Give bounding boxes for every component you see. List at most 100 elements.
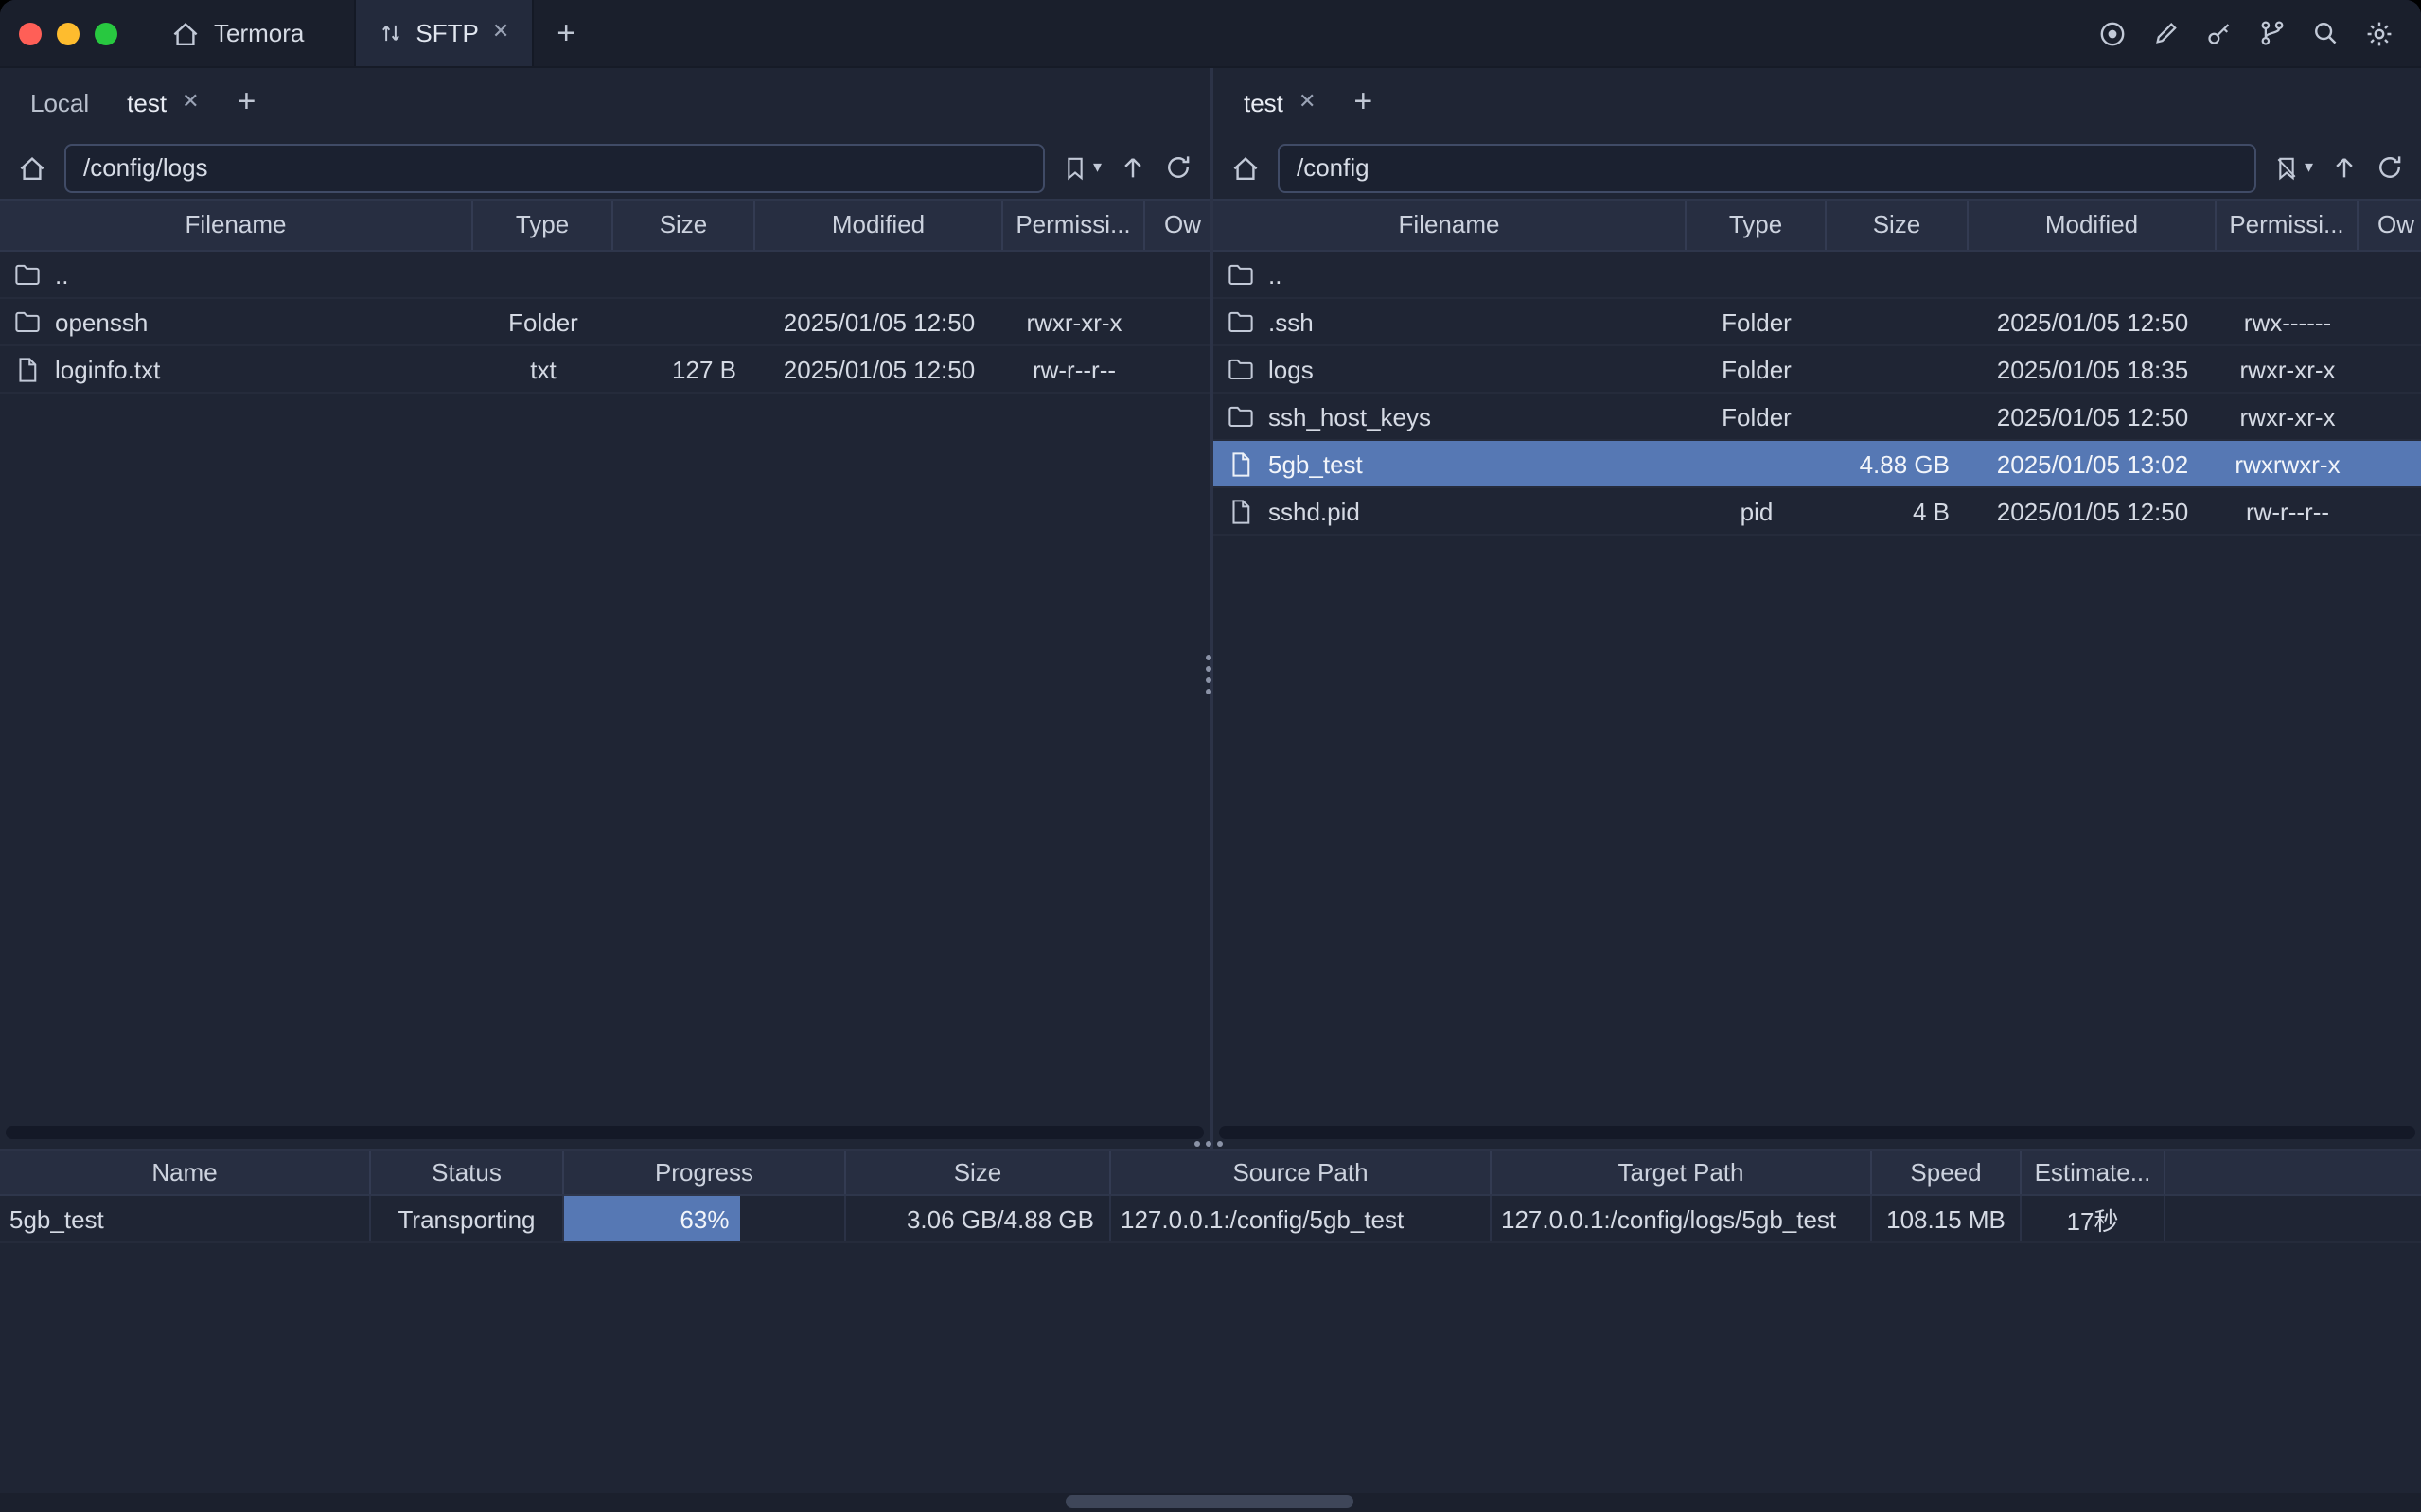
key-icon[interactable]	[2205, 19, 2234, 47]
column-header-owner[interactable]: Ow	[2359, 201, 2421, 250]
file-name-cell: ..	[1213, 260, 1687, 289]
bookmark-icon[interactable]	[1063, 154, 1089, 181]
folder-icon	[1227, 402, 1255, 431]
horizontal-scrollbar[interactable]	[1219, 1126, 2415, 1139]
remote-pane-tab-bar: test ✕ +	[1213, 68, 2421, 136]
file-icon	[1227, 449, 1255, 478]
transfer-filler	[2165, 1196, 2421, 1241]
column-header-permissions[interactable]: Permissi...	[1003, 201, 1145, 250]
table-row[interactable]: ..	[1213, 252, 2421, 299]
file-name-cell: 5gb_test	[1213, 449, 1687, 478]
panel-divider-grip-icon[interactable]	[1193, 1141, 1222, 1147]
git-branch-icon[interactable]	[2258, 19, 2287, 47]
tab-local[interactable]: Local	[11, 68, 108, 136]
tab-label: Local	[30, 88, 89, 116]
close-icon[interactable]: ✕	[182, 92, 199, 113]
column-header-name: Name	[0, 1151, 371, 1194]
column-header-modified[interactable]: Modified	[755, 201, 1003, 250]
column-header-speed: Speed	[1872, 1151, 2022, 1194]
file-permissions: rwx------	[2217, 308, 2359, 336]
refresh-button[interactable]	[1164, 153, 1193, 182]
transfer-name: 5gb_test	[0, 1196, 371, 1241]
tab-label: test	[1244, 88, 1283, 116]
column-header-type[interactable]: Type	[1687, 201, 1827, 250]
home-button[interactable]	[17, 152, 47, 183]
column-header-modified[interactable]: Modified	[1969, 201, 2217, 250]
column-header-filename[interactable]: Filename	[0, 201, 473, 250]
new-session-tab-button[interactable]: +	[219, 83, 275, 121]
table-row[interactable]: .ssh Folder 2025/01/05 12:50 rwx------	[1213, 299, 2421, 346]
table-row[interactable]: openssh Folder 2025/01/05 12:50 rwxr-xr-…	[0, 299, 1210, 346]
file-type: Folder	[1687, 402, 1827, 431]
app-home-button[interactable]: Termora	[170, 0, 304, 66]
tab-sftp[interactable]: SFTP ✕	[353, 0, 534, 66]
refresh-button[interactable]	[2376, 153, 2404, 182]
home-button[interactable]	[1230, 152, 1261, 183]
progress-bar: 63%	[564, 1196, 740, 1241]
file-name-cell: loginfo.txt	[0, 355, 473, 383]
table-row[interactable]: ssh_host_keys Folder 2025/01/05 12:50 rw…	[1213, 394, 2421, 441]
column-header-permissions[interactable]: Permissi...	[2217, 201, 2359, 250]
search-icon[interactable]	[2311, 19, 2340, 47]
file-type: Folder	[1687, 355, 1827, 383]
column-header-progress: Progress	[564, 1151, 846, 1194]
app-name: Termora	[214, 19, 304, 47]
file-permissions: rw-r--r--	[1003, 355, 1145, 383]
table-row-selected[interactable]: 5gb_test 4.88 GB 2025/01/05 13:02 rwxrwx…	[1213, 441, 2421, 488]
tab-label: test	[127, 88, 167, 116]
close-icon[interactable]: ✕	[492, 23, 509, 44]
window-minimize-button[interactable]	[57, 22, 80, 44]
transfer-size: 3.06 GB/4.88 GB	[846, 1196, 1111, 1241]
path-input[interactable]	[1278, 143, 2257, 192]
chevron-down-icon[interactable]: ▾	[1093, 157, 1102, 178]
tab-test-local[interactable]: test ✕	[108, 68, 218, 136]
transfer-row[interactable]: 5gb_test Transporting 63% 3.06 GB/4.88 G…	[0, 1196, 2421, 1243]
column-header-type[interactable]: Type	[473, 201, 613, 250]
column-header-size[interactable]: Size	[1827, 201, 1969, 250]
column-header-size[interactable]: Size	[613, 201, 755, 250]
tab-test-remote[interactable]: test ✕	[1225, 68, 1334, 136]
file-name-cell: logs	[1213, 355, 1687, 383]
table-row[interactable]: ..	[0, 252, 1210, 299]
file-modified: 2025/01/05 12:50	[755, 355, 1003, 383]
record-icon[interactable]	[2097, 18, 2128, 48]
file-name: sshd.pid	[1268, 497, 1360, 525]
table-row[interactable]: loginfo.txt txt 127 B 2025/01/05 12:50 r…	[0, 346, 1210, 394]
file-type: Folder	[1687, 308, 1827, 336]
file-name-cell: openssh	[0, 308, 473, 336]
tab-label: SFTP	[415, 19, 478, 47]
column-header-status: Status	[371, 1151, 564, 1194]
remote-path-bar: ▾	[1213, 136, 2421, 199]
horizontal-scrollbar[interactable]	[6, 1126, 1204, 1139]
new-session-tab-button[interactable]: +	[1334, 83, 1391, 121]
divider-grip-icon[interactable]	[1206, 655, 1211, 694]
file-type: pid	[1687, 497, 1827, 525]
table-row[interactable]: sshd.pid pid 4 B 2025/01/05 12:50 rw-r--…	[1213, 488, 2421, 536]
file-name: ..	[1268, 260, 1281, 289]
home-icon	[170, 18, 201, 48]
file-modified: 2025/01/05 18:35	[1969, 355, 2217, 383]
transfer-table-header: Name Status Progress Size Source Path Ta…	[0, 1151, 2421, 1196]
path-input[interactable]	[64, 143, 1046, 192]
edit-icon[interactable]	[2152, 19, 2181, 47]
folder-icon	[1227, 308, 1255, 336]
close-icon[interactable]: ✕	[1299, 92, 1316, 113]
new-tab-button[interactable]: +	[557, 0, 575, 66]
table-row[interactable]: logs Folder 2025/01/05 18:35 rwxr-xr-x	[1213, 346, 2421, 394]
bookmark-icon[interactable]	[2274, 154, 2301, 181]
folder-icon	[1227, 355, 1255, 383]
window-zoom-button[interactable]	[95, 22, 117, 44]
settings-gear-icon[interactable]	[2364, 18, 2394, 48]
window-scrollbar-thumb[interactable]	[1066, 1495, 1353, 1508]
transfer-panel: Name Status Progress Size Source Path Ta…	[0, 1149, 2421, 1512]
column-header-owner[interactable]: Ow	[1145, 201, 1210, 250]
transfer-progress-cell: 63%	[564, 1196, 846, 1241]
chevron-down-icon[interactable]: ▾	[2305, 157, 2313, 178]
window-close-button[interactable]	[19, 22, 42, 44]
titlebar-actions	[2097, 0, 2421, 66]
column-header-filename[interactable]: Filename	[1213, 201, 1687, 250]
parent-directory-button[interactable]	[1119, 153, 1147, 182]
parent-directory-button[interactable]	[2330, 153, 2359, 182]
file-name: logs	[1268, 355, 1314, 383]
file-type: Folder	[473, 308, 613, 336]
